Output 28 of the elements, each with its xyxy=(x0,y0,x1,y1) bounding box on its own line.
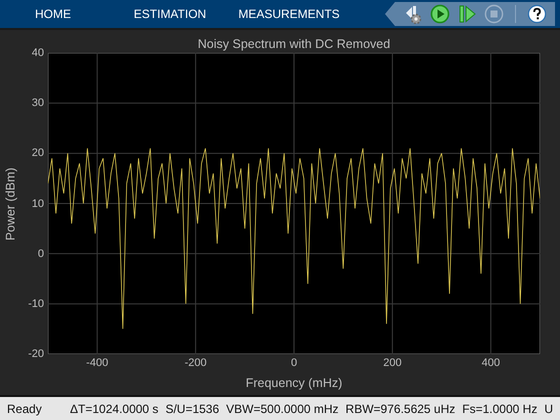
tick-label: 0 xyxy=(38,248,44,260)
tick-label: -10 xyxy=(28,298,44,310)
tick-label: 40 xyxy=(32,47,44,59)
tick-label: -400 xyxy=(86,357,108,369)
help-icon[interactable] xyxy=(527,4,547,24)
menu-tab[interactable]: ESTIMATION xyxy=(106,0,234,28)
status-reading: U xyxy=(544,402,553,416)
play-icon[interactable] xyxy=(430,4,450,24)
status-reading: VBW=500.0000 mHz xyxy=(226,402,339,416)
tick-label: -20 xyxy=(28,348,44,360)
tick-label: 0 xyxy=(290,357,298,369)
tick-label: 400 xyxy=(482,357,500,369)
tick-label: -200 xyxy=(184,357,207,369)
status-reading: ΔT=1024.0000 s xyxy=(70,402,158,416)
status-reading: RBW=976.5625 uHz xyxy=(346,402,456,416)
menu-tab[interactable]: HOME xyxy=(0,0,106,28)
tick-label: 10 xyxy=(32,198,44,210)
tick-label: 200 xyxy=(383,357,402,369)
axis-label: Power (dBm) xyxy=(3,167,17,240)
menu-tab[interactable]: MEASUREMENTS xyxy=(234,0,344,28)
step-forward-icon[interactable] xyxy=(457,4,477,24)
status-reading: Fs=1.0000 Hz xyxy=(462,402,538,416)
tick-label: 20 xyxy=(32,147,44,160)
axis-label: Frequency (mHz) xyxy=(246,376,342,390)
tick-label: 30 xyxy=(32,97,44,110)
status-reading: S/U=1536 xyxy=(165,402,220,416)
status-text: Ready xyxy=(6,402,43,416)
chart-title: Noisy Spectrum with DC Removed xyxy=(198,37,390,53)
